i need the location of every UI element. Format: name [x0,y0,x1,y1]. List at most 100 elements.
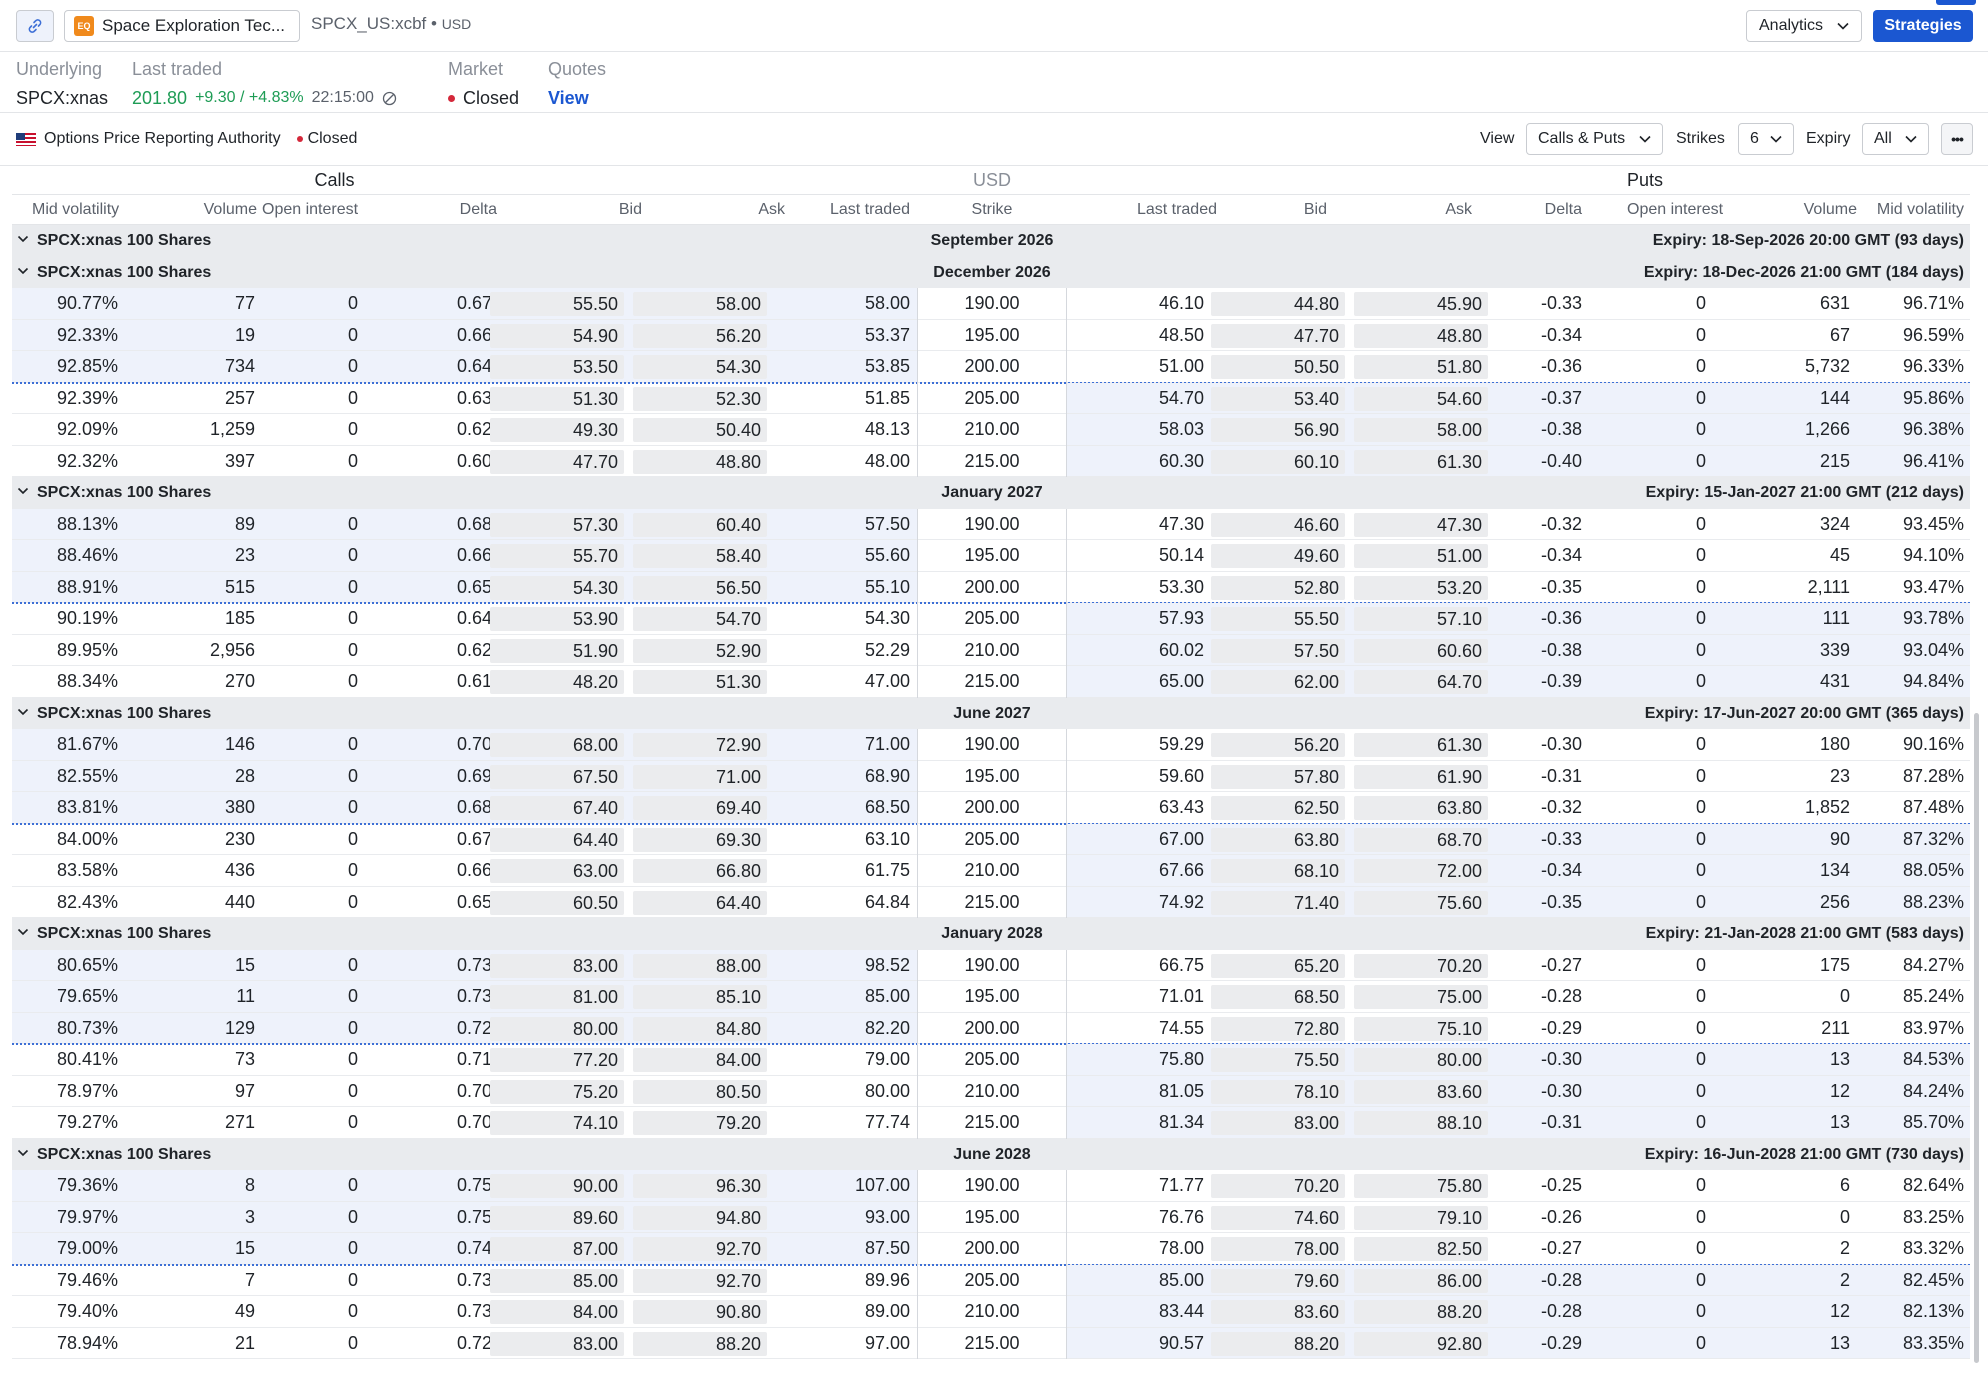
put-bid-cell[interactable]: 78.00 [1211,1237,1345,1261]
expiry-group-header[interactable]: SPCX:xnas 100 Shares January 2027 Expiry: … [12,477,1970,509]
put-open-interest-cell[interactable]: 0 [1612,1233,1706,1265]
call-open-interest-cell[interactable]: 0 [262,540,358,572]
call-mid-volatility-cell[interactable]: 90.19% [32,603,118,635]
call-ask-cell[interactable]: 96.30 [633,1174,767,1198]
put-open-interest-cell[interactable]: 0 [1612,824,1706,856]
put-mid-volatility-cell[interactable]: 85.70% [1860,1107,1964,1139]
call-open-interest-cell[interactable]: 0 [262,1107,358,1139]
call-delta-cell[interactable]: 0.70 [392,729,492,761]
call-mid-volatility-cell[interactable]: 92.85% [32,351,118,383]
put-ask-cell[interactable]: 51.00 [1354,544,1488,568]
put-volume-cell[interactable]: 211 [1722,1013,1850,1045]
put-bid-cell[interactable]: 49.60 [1211,544,1345,568]
put-bid-cell[interactable]: 47.70 [1211,323,1345,348]
put-open-interest-cell[interactable]: 0 [1612,1265,1706,1297]
put-mid-volatility-cell[interactable]: 94.10% [1860,540,1964,572]
col-call-bid[interactable]: Bid [532,195,642,225]
call-volume-cell[interactable]: 270 [132,666,255,698]
call-ask-cell[interactable]: 54.70 [633,607,767,631]
call-open-interest-cell[interactable]: 0 [262,761,358,793]
put-open-interest-cell[interactable]: 0 [1612,666,1706,698]
put-volume-cell[interactable]: 13 [1722,1044,1850,1076]
call-bid-cell[interactable]: 51.90 [490,638,624,663]
call-delta-cell[interactable]: 0.73 [392,981,492,1013]
call-delta-cell[interactable]: 0.70 [392,1076,492,1108]
put-mid-volatility-cell[interactable]: 95.86% [1860,383,1964,415]
call-last-traded-cell[interactable]: 77.74 [782,1107,910,1139]
put-delta-cell[interactable]: -0.33 [1482,824,1582,856]
call-mid-volatility-cell[interactable]: 79.46% [32,1265,118,1297]
call-delta-cell[interactable]: 0.66 [392,540,492,572]
table-row[interactable]: 83.58% 436 0 0.66 63.00 66.80 68.10 72.00 61.75 2… [12,855,1970,887]
put-volume-cell[interactable]: 12 [1722,1296,1850,1328]
call-delta-cell[interactable]: 0.75 [392,1202,492,1234]
call-delta-cell[interactable]: 0.72 [392,1013,492,1045]
table-row[interactable]: 79.97% 3 0 0.75 89.60 94.80 74.60 79.10 93.00 195… [12,1201,1970,1234]
table-row[interactable]: 88.13% 89 0 0.68 57.30 60.40 46.60 47.30 57.50 19… [12,508,1970,541]
put-delta-cell[interactable]: -0.27 [1482,950,1582,982]
call-volume-cell[interactable]: 2,956 [132,635,255,667]
call-open-interest-cell[interactable]: 0 [262,666,358,698]
call-delta-cell[interactable]: 0.65 [392,572,492,604]
vertical-scrollbar[interactable] [1974,713,1979,1363]
put-mid-volatility-cell[interactable]: 93.47% [1860,572,1964,604]
call-volume-cell[interactable]: 271 [132,1107,255,1139]
put-delta-cell[interactable]: -0.32 [1482,509,1582,541]
put-bid-cell[interactable]: 55.50 [1211,607,1345,631]
col-call-open-interest[interactable]: Open interest [262,195,358,225]
call-ask-cell[interactable]: 92.70 [633,1237,767,1261]
call-bid-cell[interactable]: 55.50 [490,292,624,316]
put-ask-cell[interactable]: 88.10 [1354,1111,1488,1135]
call-open-interest-cell[interactable]: 0 [262,509,358,541]
call-bid-cell[interactable]: 51.30 [490,386,624,411]
put-mid-volatility-cell[interactable]: 87.28% [1860,761,1964,793]
call-last-traded-cell[interactable]: 79.00 [782,1044,910,1076]
call-last-traded-cell[interactable]: 48.00 [782,446,910,478]
col-strike[interactable]: Strike [917,195,1067,225]
put-mid-volatility-cell[interactable]: 96.71% [1860,288,1964,320]
call-last-traded-cell[interactable]: 55.10 [782,572,910,604]
put-ask-cell[interactable]: 61.30 [1354,733,1488,757]
call-mid-volatility-cell[interactable]: 79.36% [32,1170,118,1202]
put-bid-cell[interactable]: 83.60 [1211,1300,1345,1324]
put-mid-volatility-cell[interactable]: 96.41% [1860,446,1964,478]
call-open-interest-cell[interactable]: 0 [262,1296,358,1328]
call-bid-cell[interactable]: 85.00 [490,1268,624,1293]
put-mid-volatility-cell[interactable]: 88.23% [1860,887,1964,919]
put-delta-cell[interactable]: -0.34 [1482,855,1582,887]
call-open-interest-cell[interactable]: 0 [262,729,358,761]
put-open-interest-cell[interactable]: 0 [1612,351,1706,383]
call-mid-volatility-cell[interactable]: 92.33% [32,320,118,352]
link-button[interactable] [16,10,54,42]
put-open-interest-cell[interactable]: 0 [1612,446,1706,478]
put-delta-cell[interactable]: -0.39 [1482,666,1582,698]
call-delta-cell[interactable]: 0.68 [392,792,492,824]
call-open-interest-cell[interactable]: 0 [262,1328,358,1360]
put-ask-cell[interactable]: 53.20 [1354,575,1488,600]
put-last-traded-cell[interactable]: 60.02 [1072,635,1204,667]
call-last-traded-cell[interactable]: 82.20 [782,1013,910,1045]
put-delta-cell[interactable]: -0.30 [1482,729,1582,761]
put-ask-cell[interactable]: 51.80 [1354,355,1488,379]
put-delta-cell[interactable]: -0.31 [1482,761,1582,793]
put-bid-cell[interactable]: 62.50 [1211,796,1345,820]
table-row[interactable]: 79.40% 49 0 0.73 84.00 90.80 83.60 88.20 89.00 21… [12,1296,1970,1328]
put-mid-volatility-cell[interactable]: 93.78% [1860,603,1964,635]
put-volume-cell[interactable]: 90 [1722,824,1850,856]
call-bid-cell[interactable]: 68.00 [490,733,624,757]
put-open-interest-cell[interactable]: 0 [1612,792,1706,824]
col-call-mid-volatility[interactable]: Mid volatility [32,195,119,225]
col-put-delta[interactable]: Delta [1482,195,1582,225]
put-bid-cell[interactable]: 71.40 [1211,890,1345,915]
table-row[interactable]: 79.27% 271 0 0.70 74.10 79.20 83.00 88.10 77.74 2… [12,1107,1970,1139]
put-bid-cell[interactable]: 56.20 [1211,733,1345,757]
call-ask-cell[interactable]: 51.30 [633,670,767,694]
chevron-down-icon[interactable] [17,485,29,497]
put-volume-cell[interactable]: 134 [1722,855,1850,887]
call-mid-volatility-cell[interactable]: 78.94% [32,1328,118,1360]
call-ask-cell[interactable]: 50.40 [633,418,767,442]
call-bid-cell[interactable]: 55.70 [490,544,624,568]
call-volume-cell[interactable]: 185 [132,603,255,635]
put-ask-cell[interactable]: 75.00 [1354,985,1488,1009]
expiry-dropdown[interactable]: All [1862,123,1929,155]
